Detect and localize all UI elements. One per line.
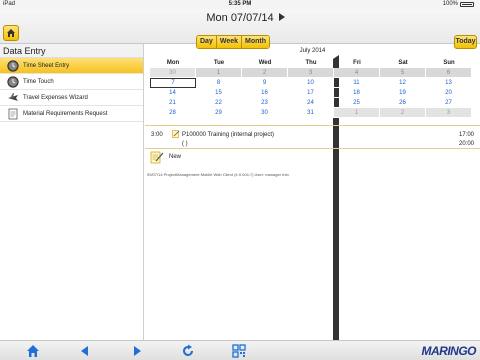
plane-icon: [8, 93, 18, 101]
entry-end-time: 17:00: [458, 132, 474, 138]
entry-start-time: 3:00: [151, 132, 163, 138]
sidebar-item-time-touch[interactable]: Time Touch: [0, 74, 143, 90]
divider: [145, 125, 480, 126]
refresh-icon[interactable]: [181, 344, 195, 358]
weekday-label: Sun: [443, 60, 455, 66]
clock-icon: [7, 76, 19, 88]
calendar-day[interactable]: 1: [334, 108, 380, 118]
calendar-day[interactable]: 20: [426, 88, 472, 98]
new-entry-label: New: [169, 154, 182, 160]
divider: [145, 148, 480, 149]
calendar-day[interactable]: 4: [334, 68, 380, 78]
calendar-day[interactable]: 17: [288, 88, 334, 98]
calendar-day[interactable]: 24: [288, 98, 334, 108]
calendar-day[interactable]: 2: [242, 68, 288, 78]
sidebar-item-travel-expenses-wizard[interactable]: Travel Expenses Wizard: [0, 90, 143, 106]
calendar-day[interactable]: 1: [196, 68, 242, 78]
calendar-day[interactable]: 11: [334, 78, 380, 88]
calendar-day[interactable]: 31: [288, 108, 334, 118]
sidebar-item-label: Travel Expenses Wizard: [23, 95, 88, 101]
date-navigator: Mon 07/07/14: [190, 11, 339, 351]
weekday-label: Wed: [258, 60, 272, 66]
calendar-day[interactable]: 7: [150, 78, 196, 88]
weekday-label: Mon: [166, 60, 180, 66]
calendar-day[interactable]: 10: [288, 78, 334, 88]
calendar-day[interactable]: 12: [380, 78, 426, 88]
calendar-day[interactable]: 26: [380, 98, 426, 108]
sidebar-item-time-sheet-entry[interactable]: Time Sheet Entry: [0, 58, 143, 74]
battery-percent: 100%: [442, 1, 458, 7]
new-entry-row[interactable]: New: [145, 150, 480, 164]
calendar-day[interactable]: 30: [150, 68, 196, 78]
document-icon: [8, 108, 18, 120]
clock: 5:35 PM: [228, 1, 252, 7]
sidebar-item-label: Material Requirements Request: [23, 111, 108, 117]
calendar-day[interactable]: 22: [196, 98, 242, 108]
calendar-day[interactable]: 15: [196, 88, 242, 98]
calendar-day[interactable]: 2: [380, 108, 426, 118]
edit-icon: [172, 130, 180, 138]
calendar-day[interactable]: 28: [150, 108, 196, 118]
calendar-day[interactable]: 16: [242, 88, 288, 98]
home-button[interactable]: [3, 25, 19, 41]
back-arrow-icon[interactable]: [78, 344, 92, 358]
weekday-header: Mon Tue Wed Thu Fri Sat Sun: [150, 59, 472, 68]
calendar-day[interactable]: 25: [334, 98, 380, 108]
battery-icon: [460, 2, 474, 7]
calendar-day[interactable]: 21: [150, 98, 196, 108]
calendar-grid: 30 1 2 3 4 5 6 7 8 9 10 11 12 13 14 15 16 17 18 19 20 21 22 23 2…: [150, 68, 472, 118]
entry-total-time: 20:00: [458, 141, 474, 147]
sidebar: Data Entry Time Sheet Entry Time Touch T…: [0, 44, 144, 340]
calendar-day[interactable]: 29: [196, 108, 242, 118]
calendar-day[interactable]: 30: [242, 108, 288, 118]
month-calendar: Mon Tue Wed Thu Fri Sat Sun 30 1 2 3 4 5 6 7 8 9 10 11 12 1…: [150, 59, 472, 118]
entry-subtext: ( ): [182, 141, 188, 147]
clock-icon: [7, 60, 19, 72]
weekday-label: Sat: [398, 60, 408, 66]
sidebar-item-material-requirements-request[interactable]: Material Requirements Request: [0, 106, 143, 122]
calendar-day[interactable]: 5: [380, 68, 426, 78]
weekday-label: Thu: [305, 60, 317, 66]
entry-description: P100000 Training (internal project): [182, 132, 275, 138]
calendar-day[interactable]: 8: [196, 78, 242, 88]
calendar-day[interactable]: 3: [426, 108, 472, 118]
calendar-day[interactable]: 14: [150, 88, 196, 98]
calendar-day[interactable]: 3: [288, 68, 334, 78]
calendar-day[interactable]: 19: [380, 88, 426, 98]
calendar-day[interactable]: 27: [426, 98, 472, 108]
sidebar-item-label: Time Touch: [23, 79, 54, 85]
calendar-day[interactable]: 6: [426, 68, 472, 78]
calendar-day[interactable]: 13: [426, 78, 472, 88]
weekday-label: Fri: [353, 60, 361, 66]
nav-bar: Mon 07/07/14 Day Week Month Today: [0, 9, 480, 351]
calendar-day[interactable]: 23: [242, 98, 288, 108]
maringo-logo: MARINGO: [421, 344, 477, 358]
forward-arrow-icon[interactable]: [130, 344, 144, 358]
calendar-month-title: July 2014: [299, 48, 326, 54]
home-icon: [7, 29, 15, 37]
qr-code-icon[interactable]: [232, 344, 246, 358]
sidebar-item-label: Time Sheet Entry: [23, 63, 70, 69]
time-entry-row[interactable]: 3:00 P100000 Training (internal project)…: [145, 128, 480, 148]
new-entry-icon: [150, 151, 164, 164]
status-bar: iPad 5:35 PM 100%: [0, 0, 480, 9]
version-info: 09/07/14 ProjectManagement Mobile Web Cl…: [147, 172, 289, 177]
current-date-title: Mon 07/07/14: [206, 12, 274, 24]
calendar-day[interactable]: 9: [242, 78, 288, 88]
home-icon[interactable]: [26, 344, 40, 358]
weekday-label: Tue: [213, 60, 225, 66]
sidebar-title: Data Entry: [0, 44, 143, 58]
bottom-toolbar: MARINGO: [0, 340, 480, 360]
calendar-day[interactable]: 18: [334, 88, 380, 98]
next-day-arrow-icon[interactable]: [279, 13, 285, 21]
